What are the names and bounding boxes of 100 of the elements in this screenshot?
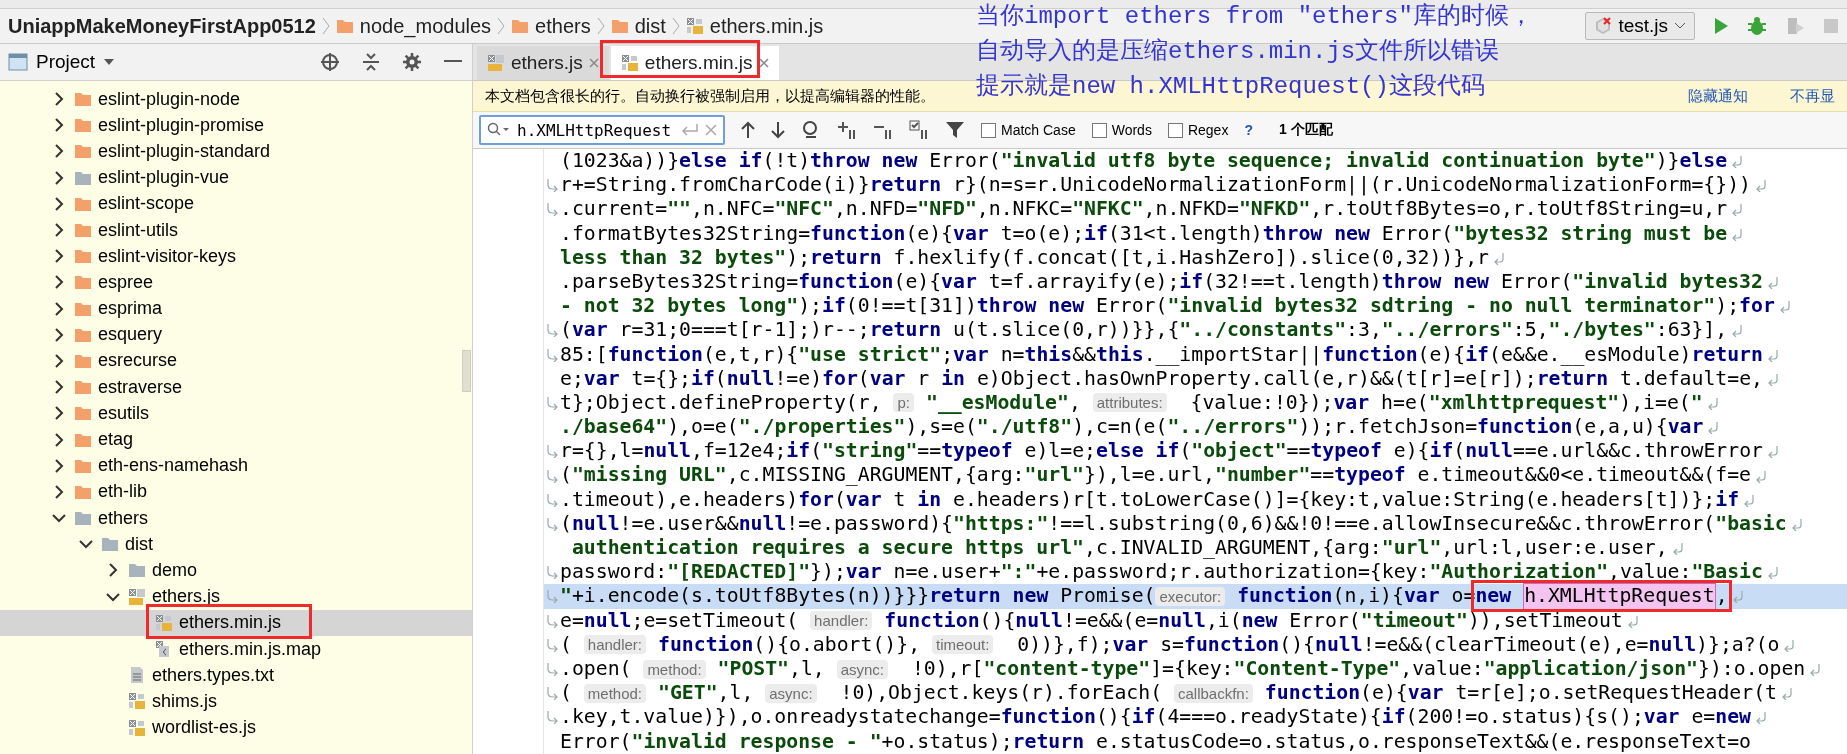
soft-wrap-end-icon: [1766, 371, 1779, 386]
checkbox[interactable]: [981, 122, 996, 138]
run-configuration-dropdown[interactable]: test.js: [1585, 12, 1695, 40]
editor-tab[interactable]: ethers.js: [477, 46, 609, 80]
soft-wrap-end-icon: [1778, 299, 1791, 314]
close-icon[interactable]: [758, 58, 769, 68]
search-box[interactable]: h.XMLHttpRequest: [479, 115, 725, 145]
select-all-occurrences-icon[interactable]: [909, 120, 929, 140]
tree-item[interactable]: eslint-plugin-vue: [0, 164, 472, 191]
notification-message: 本文档包含很长的行。自动换行被强制启用，以提高编辑器的性能。: [485, 86, 935, 106]
tree-item[interactable]: eslint-utils: [0, 216, 472, 244]
javascript-file-icon: [155, 613, 173, 632]
tree-item[interactable]: estraverse: [0, 374, 472, 401]
tree-item[interactable]: ethers.min.js.map: [0, 635, 472, 663]
breadcrumb-item[interactable]: dist: [608, 14, 668, 38]
code-text: (1023&a))}else if(!t)throw new Error("invalid utf8 byte sequence; invalid continuation byte")}else: [560, 149, 1728, 174]
tree-item[interactable]: wordlist-es.js: [0, 714, 472, 741]
close-icon[interactable]: [588, 58, 599, 68]
help-link[interactable]: ?: [1244, 122, 1253, 138]
clear-icon[interactable]: [705, 124, 717, 136]
tree-item[interactable]: ethers.js: [0, 583, 472, 610]
tree-item[interactable]: esprima: [0, 295, 472, 322]
crosshair-icon[interactable]: [320, 52, 340, 72]
tree-item[interactable]: esquery: [0, 321, 472, 348]
search-input[interactable]: h.XMLHttpRequest: [515, 119, 675, 141]
code-text: (: [560, 681, 573, 706]
tree-item[interactable]: eslint-plugin-standard: [0, 138, 472, 165]
checkbox[interactable]: [1167, 122, 1183, 138]
arrow-down-icon[interactable]: [771, 121, 785, 139]
node-script-icon: [1594, 17, 1613, 35]
soft-wrap-end-icon: [1783, 637, 1796, 652]
tree-item[interactable]: eth-ens-namehash: [0, 452, 472, 479]
filter-icon[interactable]: [945, 120, 965, 140]
tree-item[interactable]: eslint-scope: [0, 190, 472, 217]
tree-item[interactable]: eslint-visitor-keys: [0, 243, 472, 270]
code-text: !0),r["content-type"]={key:"Content-Type",value:"application/json"}):o.open: [910, 656, 1806, 682]
settings-icon[interactable]: [402, 52, 422, 72]
breadcrumb-item[interactable]: ethers: [509, 14, 593, 38]
folder-icon: [74, 116, 92, 135]
annotation-text: 提示就是new h.XMLHttpRequest()这段代码: [976, 72, 1486, 102]
bug-icon[interactable]: [1747, 16, 1767, 36]
checkbox[interactable]: [1091, 122, 1107, 138]
chevron-right-icon: [671, 16, 680, 36]
editor-tab[interactable]: ethers.min.js: [610, 46, 779, 80]
code-text: e;var t={};if(null!=e)for(var r in e)Object.hasOwnProperty.call(e,r)&&(t[r]=e[r]);return t.default=e,: [560, 366, 1763, 391]
tree-item[interactable]: demo: [0, 557, 472, 584]
parameter-hint: timeout:: [931, 635, 994, 655]
arrow-up-icon[interactable]: [741, 121, 755, 139]
code-text: less than 32 bytes");return f.hexlify(f.concat([t,i.HashZero]).slice(0,32))},r: [560, 245, 1489, 270]
code-text: .formatBytes32String=function(e){var t=o(e);if(31<t.length)throw new Error("bytes32 string must be: [560, 221, 1728, 246]
code-text: 0))},f);var s=function(){null!=e&&(clearTimeout(e),e=null)};a?(o: [1016, 632, 1780, 657]
tree-item[interactable]: ethers.types.txt: [0, 662, 472, 689]
notification-link[interactable]: 隐藏通知: [1688, 86, 1748, 106]
breadcrumb-item[interactable]: UniappMakeMoneyFirstApp0512: [6, 14, 318, 38]
soft-wrap-end-icon: [1790, 516, 1803, 531]
soft-wrap-end-icon: [1755, 468, 1767, 483]
code-text: password:"[REDACTED]"});var n=e.user+":"+e.password;r.authorization={key:"Authorization",value:"Basic: [560, 560, 1763, 585]
tree-item[interactable]: eth-lib: [0, 478, 472, 505]
code-text: .open(: [560, 656, 633, 682]
collapse-icon[interactable]: [362, 52, 380, 72]
tree-item[interactable]: dist: [0, 531, 472, 558]
code-text: .current="",n.NFC="NFC",n.NFD="NFD",n.NFKC="NFKC",n.NFKD="NFKD",r.toUtf8Bytes=o,r.toUtf8String=u,r: [560, 197, 1728, 222]
checkbox-label[interactable]: Match Case: [1001, 122, 1076, 138]
breadcrumb-item[interactable]: node_modules: [333, 14, 494, 38]
add-occurrence-icon[interactable]: [837, 120, 857, 140]
code-text: t};Object.defineProperty(r,: [560, 390, 883, 416]
tree-item[interactable]: etag: [0, 426, 472, 453]
code-text: (null!=e.user&&null!=e.password){"https:"!==l.substring(0,6)&&!0!==e.allowInsecure&&c.throwError("basic: [560, 511, 1787, 536]
tree-item[interactable]: eslint-plugin-promise: [0, 112, 472, 139]
code-text: authentication requires a secure https url",c.INVALID_ARGUMENT,{arg:"url",url:l,user:e.user,: [570, 536, 1668, 561]
checkbox-label[interactable]: Words: [1111, 122, 1152, 138]
search-icon: [487, 122, 509, 138]
code-text: ./base64"),o=e("./properties"),s=e("./utf8"),c=n(e("../errors"));r.fetchJson=function(e,a,u){var: [560, 415, 1704, 440]
code-text: r+=String.fromCharCode(i)}return r}(n=s=r.UnicodeNormalizationForm||(r.UnicodeNormalizationForm={})): [560, 173, 1751, 198]
folder-icon: [128, 561, 146, 580]
code-text: {value:!0});var h=e("xmlhttprequest"),i=e(": [1189, 390, 1703, 416]
code-text: .timeout),e.headers)for(var t in e.headers)r[t.toLowerCase()]={key:t,value:String(e.headers[t])};if: [560, 487, 1740, 512]
soft-wrap-end-icon: [1706, 395, 1719, 410]
chevron-right-icon: [497, 16, 506, 36]
parameter-hint: p:: [893, 393, 914, 413]
soft-wrap-end-icon: [1743, 492, 1756, 507]
soft-wrap-end-icon: [1731, 589, 1744, 604]
tree-item[interactable]: shims.js: [0, 688, 472, 715]
soft-wrap-end-icon: [1731, 202, 1744, 217]
minimize-icon[interactable]: [444, 60, 462, 64]
breadcrumb-item[interactable]: ethers.min.js: [683, 14, 826, 38]
tree-item[interactable]: ethers.min.js: [0, 609, 472, 636]
tree-item[interactable]: eslint-plugin-node: [0, 86, 472, 113]
scrollbar-thumb[interactable]: [462, 350, 471, 392]
tree-item[interactable]: espree: [0, 269, 472, 296]
tree-item[interactable]: ethers: [0, 505, 472, 532]
notification-link[interactable]: 不再显: [1790, 86, 1835, 106]
code-text: .key,t.value)}),o.onreadystatechange=function(){if(4===o.readyState){if(200!=o.status){s();var e=new: [560, 705, 1751, 730]
tree-item[interactable]: esrecurse: [0, 347, 472, 375]
enter-icon[interactable]: [681, 123, 699, 137]
run-icon[interactable]: [1713, 17, 1729, 35]
tree-item[interactable]: esutils: [0, 400, 472, 427]
search-match: h.XMLHttpRequest: [1523, 583, 1716, 610]
checkbox-label[interactable]: Regex: [1187, 122, 1229, 138]
javascript-file-icon: [128, 718, 146, 737]
